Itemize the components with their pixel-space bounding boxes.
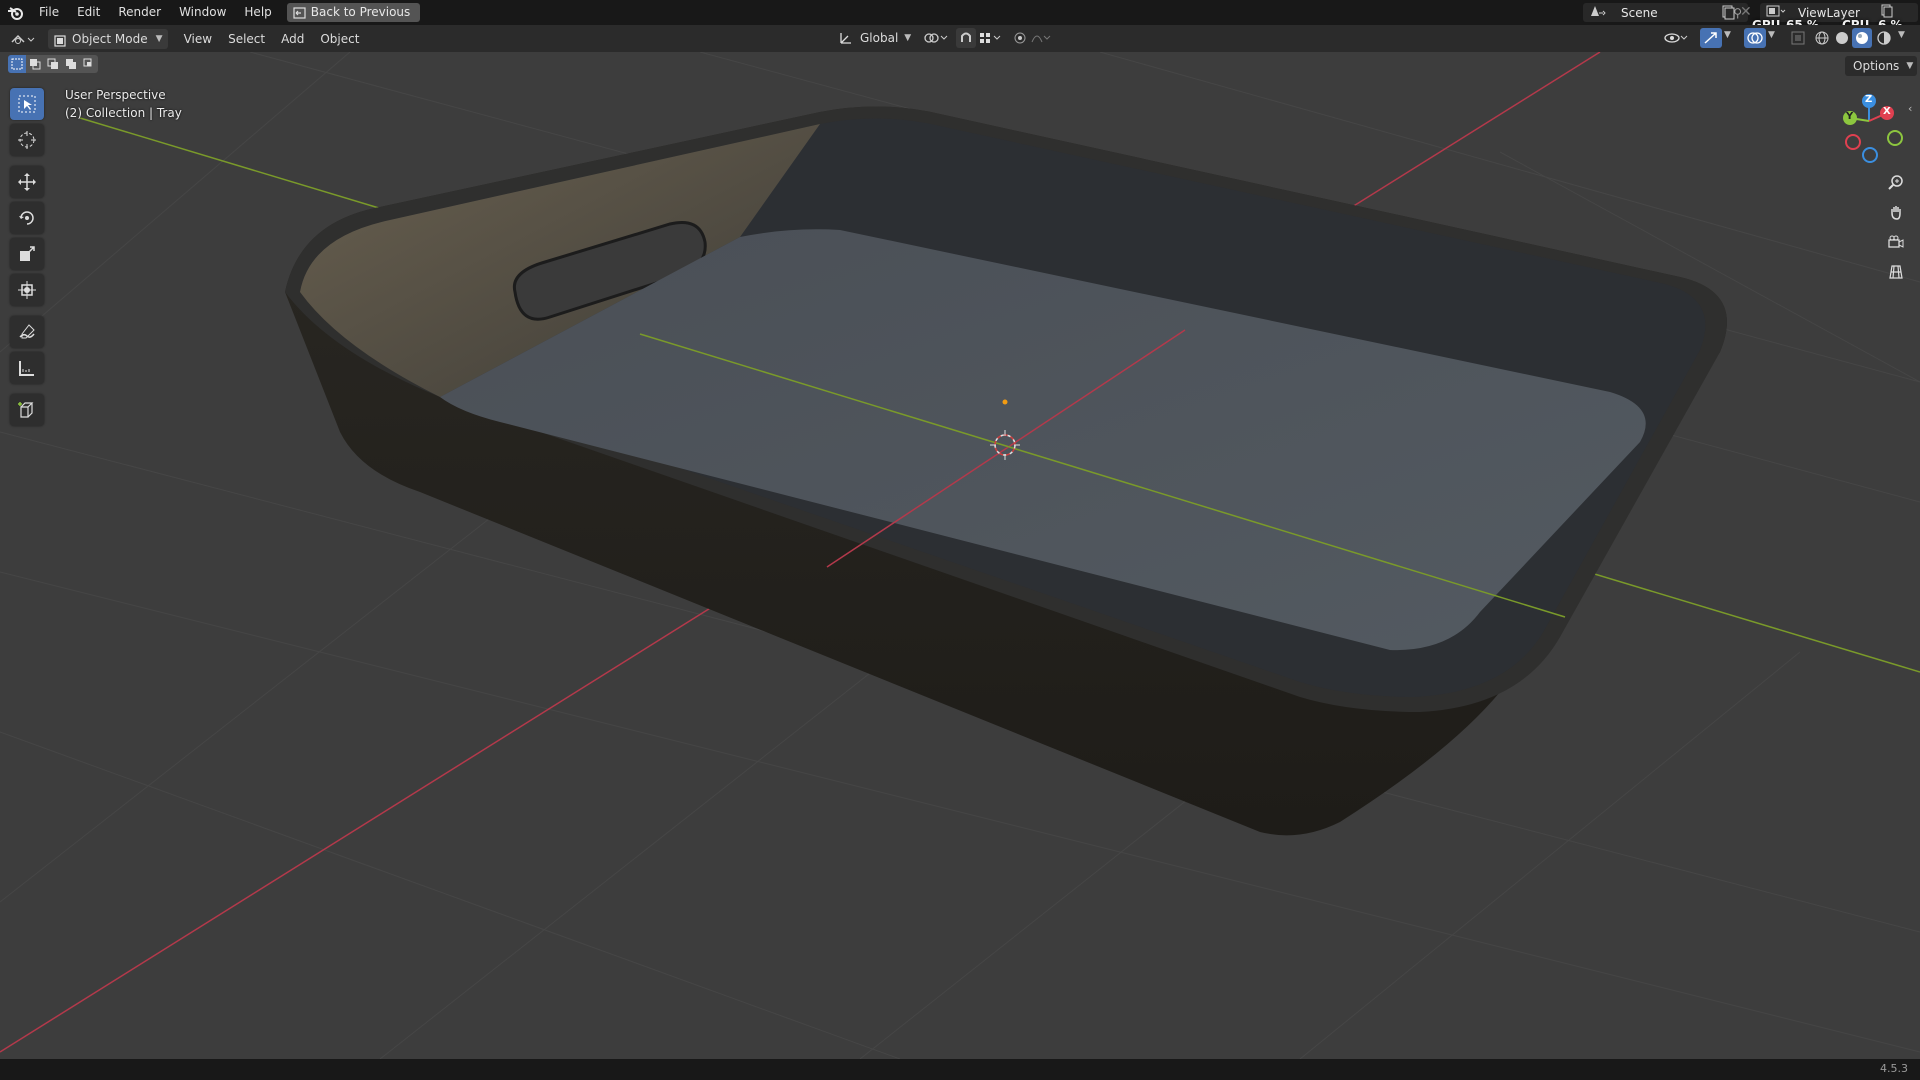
menu-render[interactable]: Render bbox=[109, 0, 170, 25]
measure-icon bbox=[19, 361, 34, 376]
transform-orientation-label: Global bbox=[860, 31, 899, 45]
gizmo-toggle-icon[interactable] bbox=[1700, 28, 1722, 48]
gizmo-neg-x-axis bbox=[1845, 134, 1861, 150]
status-bar: 4.5.3 bbox=[0, 1059, 1920, 1080]
menu-edit[interactable]: Edit bbox=[68, 0, 109, 25]
annotate-icon bbox=[19, 324, 35, 339]
back-to-previous-button[interactable]: Back to Previous bbox=[286, 3, 421, 25]
solid-shading-icon[interactable] bbox=[1834, 30, 1850, 49]
material-preview-shading-icon[interactable] bbox=[1852, 28, 1872, 48]
xray-toggle-icon[interactable] bbox=[1790, 30, 1806, 49]
snap-toggle-icon[interactable] bbox=[956, 28, 976, 48]
chevron-down-icon: ▼ bbox=[1906, 61, 1914, 71]
viewport-header: Object Mode ▼ View Select Add Object Glo… bbox=[0, 25, 1920, 52]
select-intersect-icon[interactable] bbox=[80, 55, 98, 73]
menu-view[interactable]: View bbox=[176, 29, 220, 49]
orientation-icon bbox=[840, 33, 851, 44]
version-label: 4.5.3 bbox=[1880, 1062, 1908, 1075]
menu-file[interactable]: File bbox=[30, 0, 68, 25]
3d-viewport[interactable]: Options ▼ bbox=[0, 52, 1920, 1059]
transform-orientation-dropdown[interactable]: Global ▼ bbox=[838, 28, 911, 48]
chevron-down-icon[interactable]: ▼ bbox=[1724, 30, 1731, 40]
gizmo-neg-z-axis bbox=[1862, 147, 1878, 163]
object-mode-icon bbox=[54, 33, 66, 53]
gizmo-z-label: Z bbox=[1865, 94, 1873, 105]
select-invert-icon[interactable] bbox=[62, 55, 80, 73]
object-origin bbox=[1002, 399, 1008, 405]
gizmo-neg-y-axis bbox=[1887, 130, 1903, 146]
transform-icon bbox=[18, 281, 36, 299]
pan-button[interactable] bbox=[1882, 198, 1910, 226]
options-dropdown[interactable]: Options ▼ bbox=[1845, 56, 1918, 76]
chevron-down-icon[interactable]: ▼ bbox=[1768, 30, 1775, 40]
menu-add[interactable]: Add bbox=[273, 29, 312, 49]
overlays-toggle-icon[interactable] bbox=[1744, 28, 1766, 48]
tool-shelf bbox=[8, 86, 46, 428]
select-new-icon[interactable] bbox=[8, 55, 26, 73]
chevron-down-icon: ▼ bbox=[904, 33, 912, 43]
object-mode-label: Object Mode bbox=[72, 31, 148, 46]
measure-tool[interactable] bbox=[10, 352, 44, 384]
camera-view-button[interactable] bbox=[1882, 228, 1910, 256]
transform-tool[interactable] bbox=[10, 274, 44, 306]
move-icon bbox=[18, 173, 36, 191]
wireframe-shading-icon[interactable] bbox=[1814, 30, 1830, 49]
scale-icon bbox=[20, 246, 35, 261]
scene-icon bbox=[1589, 4, 1607, 21]
scene-name: Scene bbox=[1621, 5, 1658, 20]
rotate-icon bbox=[19, 211, 34, 225]
top-bar: File Edit Render Window Help Back to Pre… bbox=[0, 0, 1920, 32]
proportional-edit-icon[interactable] bbox=[1012, 30, 1052, 49]
chevron-down-icon[interactable]: ▼ bbox=[1898, 30, 1905, 40]
zoom-button[interactable] bbox=[1882, 168, 1910, 196]
delete-scene-icon[interactable]: ✕ bbox=[1740, 4, 1752, 20]
menu-object[interactable]: Object bbox=[312, 29, 367, 49]
select-box-icon bbox=[18, 95, 36, 113]
menu-select[interactable]: Select bbox=[220, 29, 273, 49]
select-subtract-icon[interactable] bbox=[44, 55, 62, 73]
sidebar-toggle-icon[interactable]: ‹ bbox=[1908, 102, 1912, 115]
editor-type-selector[interactable] bbox=[10, 29, 42, 49]
scale-tool[interactable] bbox=[10, 238, 44, 270]
perspective-toggle-button[interactable] bbox=[1882, 258, 1910, 286]
cursor-tool[interactable] bbox=[10, 124, 44, 156]
add-cube-icon bbox=[18, 402, 34, 418]
back-to-previous-label: Back to Previous bbox=[310, 5, 411, 19]
viewport-info: User Perspective (2) Collection | Tray bbox=[65, 86, 182, 122]
pivot-point-icon[interactable] bbox=[922, 30, 950, 49]
snap-target-icon[interactable] bbox=[978, 30, 1004, 49]
new-scene-icon[interactable] bbox=[1720, 4, 1736, 23]
hand-icon bbox=[1891, 206, 1901, 220]
viewport-scene bbox=[0, 52, 1920, 1059]
collection-label: (2) Collection | Tray bbox=[65, 106, 182, 120]
rendered-shading-icon[interactable] bbox=[1876, 30, 1892, 49]
camera-icon bbox=[1888, 235, 1904, 248]
perspective-label: User Perspective bbox=[65, 88, 166, 102]
editor-type-icon bbox=[11, 34, 35, 44]
add-cube-tool[interactable] bbox=[10, 394, 44, 426]
blender-logo-icon[interactable] bbox=[0, 0, 30, 25]
back-icon bbox=[293, 6, 306, 25]
options-label: Options bbox=[1853, 59, 1900, 73]
select-box-tool[interactable] bbox=[10, 88, 44, 120]
visibility-icon[interactable] bbox=[1664, 30, 1690, 49]
navigation-gizmo[interactable]: Z X Y bbox=[1820, 88, 1920, 178]
zoom-icon bbox=[1888, 175, 1903, 190]
grid-icon bbox=[1889, 265, 1903, 279]
selection-mode-group bbox=[8, 55, 98, 73]
gizmo-y-label: Y bbox=[1846, 111, 1854, 122]
menu-help[interactable]: Help bbox=[235, 0, 280, 25]
chevron-down-icon: ▼ bbox=[155, 33, 163, 44]
rotate-tool[interactable] bbox=[10, 202, 44, 234]
object-mode-dropdown[interactable]: Object Mode ▼ bbox=[48, 28, 168, 49]
cursor-icon bbox=[18, 131, 36, 149]
menu-window[interactable]: Window bbox=[170, 0, 235, 25]
annotate-tool[interactable] bbox=[10, 316, 44, 348]
select-extend-icon[interactable] bbox=[26, 55, 44, 73]
gizmo-x-label: X bbox=[1883, 106, 1891, 117]
move-tool[interactable] bbox=[10, 166, 44, 198]
